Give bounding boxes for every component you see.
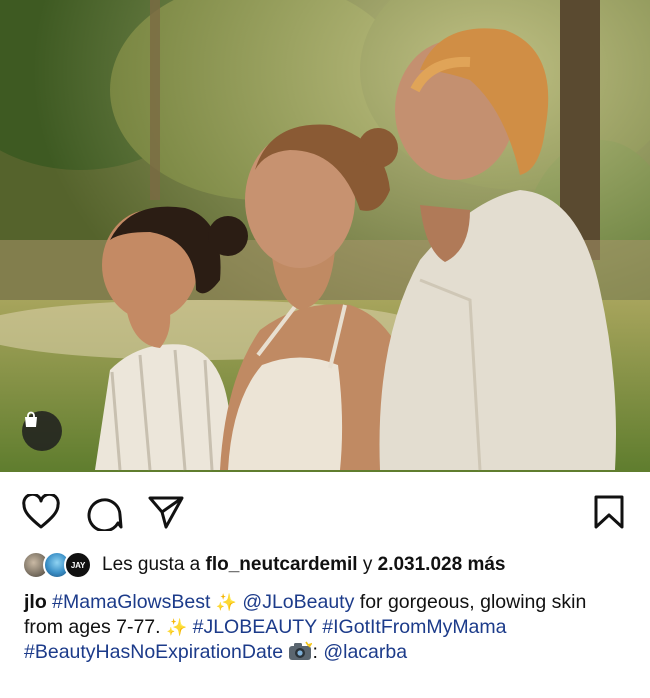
hashtag-link[interactable]: #BeautyHasNoExpirationDate: [24, 641, 283, 663]
comment-button[interactable]: [84, 492, 124, 532]
bookmark-icon: [593, 494, 625, 530]
liker-avatars: JAY: [22, 550, 94, 580]
likes-joiner: y: [362, 554, 373, 575]
share-button[interactable]: [146, 492, 186, 532]
like-button[interactable]: [21, 492, 61, 532]
shopping-tag-button[interactable]: [22, 411, 62, 451]
caption-username[interactable]: jlo: [24, 591, 47, 613]
camera-flash-emoji: [288, 641, 314, 668]
likes-count[interactable]: 2.031.028 más: [378, 554, 506, 575]
sparkles-emoji: ✨: [215, 593, 237, 612]
comment-bubble-icon: [85, 493, 123, 531]
post-photo-illustration: [0, 0, 650, 472]
post-caption: jlo #MamaGlowsBest ✨ @JLoBeauty for gorg…: [24, 590, 630, 668]
hashtag-link[interactable]: #JLOBEAUTY: [193, 616, 317, 638]
heart-icon: [22, 494, 60, 530]
likes-text: Les gusta a flo_neutcardemil y 2.031.028…: [102, 554, 505, 576]
liker-username[interactable]: flo_neutcardemil: [206, 554, 358, 575]
save-button[interactable]: [589, 492, 629, 532]
post-action-bar: [0, 472, 650, 550]
hashtag-link[interactable]: #IGotItFromMyMama: [322, 616, 506, 638]
avatar: JAY: [64, 551, 92, 579]
likes-prefix: Les gusta a: [102, 554, 201, 575]
paper-plane-icon: [147, 494, 185, 530]
hashtag-link[interactable]: #MamaGlowsBest: [52, 591, 210, 613]
likes-row[interactable]: JAY Les gusta a flo_neutcardemil y 2.031…: [22, 550, 505, 580]
sparkles-emoji: ✨: [166, 618, 188, 637]
mention-link[interactable]: @lacarba: [323, 641, 407, 663]
caption-colon: :: [312, 641, 318, 663]
post-photo[interactable]: [0, 0, 650, 472]
mention-link[interactable]: @JLoBeauty: [242, 591, 354, 613]
